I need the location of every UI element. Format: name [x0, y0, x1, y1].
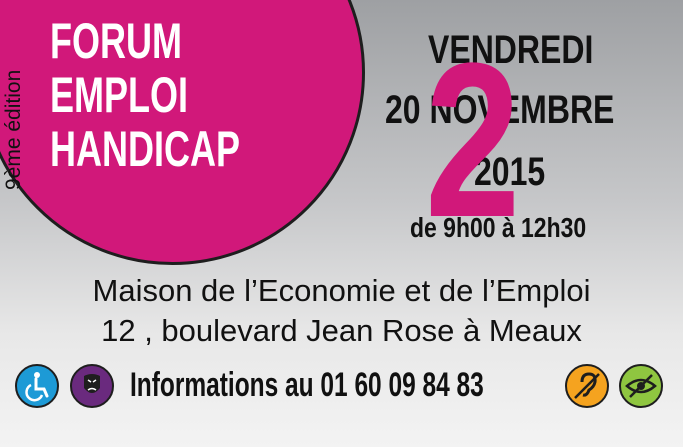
title-emploi: EMPLOI	[50, 67, 189, 123]
venue-address: 12 , boulevard Jean Rose à Meaux	[101, 313, 582, 348]
big-number-overlay: 2	[425, 17, 521, 263]
title-handicap: HANDICAP	[50, 121, 241, 177]
edition-label: 9ème édition	[2, 69, 25, 190]
wheelchair-icon	[15, 364, 59, 408]
title-forum: FORUM	[50, 13, 182, 69]
visual-impaired-icon	[619, 364, 663, 408]
venue-name: Maison de l’Economie et de l’Emploi	[92, 273, 591, 308]
mental-disability-icon	[70, 364, 114, 408]
contact-info: Informations au 01 60 09 84 83	[130, 366, 484, 404]
hearing-impaired-icon	[565, 364, 609, 408]
